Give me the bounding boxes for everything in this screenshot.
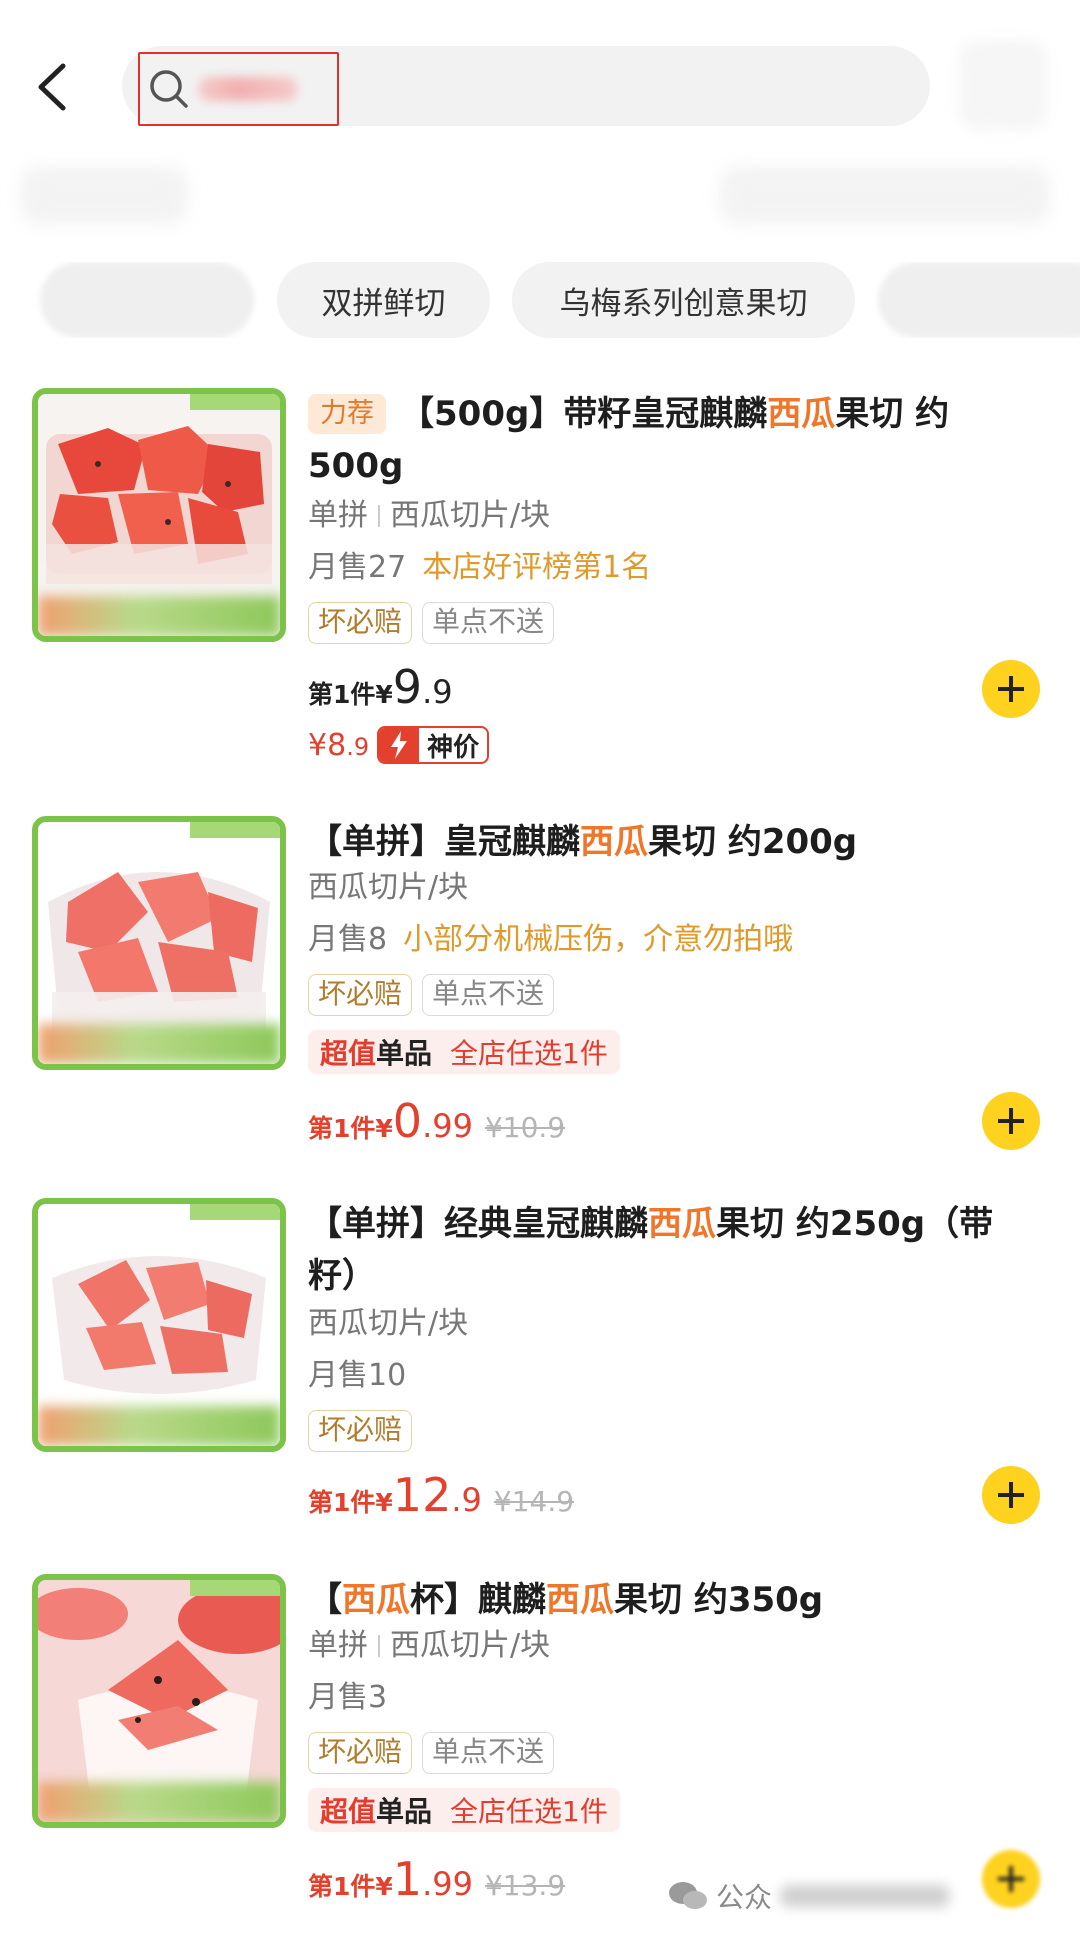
add-to-cart-button[interactable]	[982, 1092, 1040, 1150]
product-sales: 月售8 小部分机械压伤，介意勿拍哦	[308, 922, 794, 957]
product-note: 本店好评榜第1名	[422, 550, 652, 585]
wechat-icon	[669, 1882, 707, 1909]
product-sales: 月售10	[308, 1358, 407, 1393]
product-sales: 月售27 本店好评榜第1名	[308, 550, 652, 585]
badge-no-single: 单点不送	[422, 974, 555, 1016]
header-action-redacted[interactable]	[958, 40, 1048, 130]
product-title[interactable]: 【西瓜杯】麒麟西瓜果切 约350g	[308, 1574, 1028, 1626]
product-image[interactable]	[32, 388, 286, 642]
search-icon	[150, 70, 188, 108]
badge-no-single: 单点不送	[422, 1732, 555, 1774]
add-to-cart-button[interactable]	[982, 1466, 1040, 1524]
chevron-left-icon	[38, 63, 66, 111]
product-price: 第1件¥ 9.9	[308, 660, 453, 714]
category-chip[interactable]: 乌梅系列创意果切	[512, 262, 855, 338]
product-sales: 月售3	[308, 1680, 388, 1715]
search-query-highlight[interactable]	[138, 52, 339, 126]
product-title[interactable]: 【单拼】经典皇冠麒麟西瓜果切 约250g（带籽）	[308, 1198, 1028, 1302]
plus-icon	[998, 1108, 1024, 1134]
product-image[interactable]	[32, 1198, 286, 1452]
product-spec: 西瓜切片/块	[308, 870, 469, 905]
thumb-label-redacted	[38, 1024, 280, 1064]
divider	[378, 1635, 380, 1657]
thumb-label-decoration	[190, 1580, 280, 1596]
original-price: ¥13.9	[484, 1869, 566, 1902]
product-price: 第1件¥ 0.99 ¥10.9	[308, 1094, 566, 1148]
thumb-label-decoration	[190, 394, 280, 410]
category-chip-redacted[interactable]	[40, 262, 254, 338]
search-query-redacted	[198, 77, 298, 101]
original-price: ¥14.9	[493, 1485, 575, 1518]
thumb-label-decoration	[190, 1204, 280, 1220]
thumb-label-decoration	[190, 822, 280, 838]
product-image[interactable]	[32, 816, 286, 1070]
category-chip[interactable]: 双拼鲜切	[277, 262, 490, 338]
watermark: 公众	[668, 1876, 951, 1916]
add-to-cart-button[interactable]	[982, 1850, 1040, 1908]
deal-tag: 神价	[377, 726, 490, 764]
service-badges: 坏必赔 单点不送	[308, 602, 555, 644]
product-price: 第1件¥ 12.9 ¥14.9	[308, 1468, 575, 1522]
promo-tag: 超值 单品 全店任选1件	[308, 1030, 620, 1074]
thumb-label-redacted	[38, 1406, 280, 1446]
service-badges: 坏必赔 单点不送	[308, 974, 555, 1016]
product-title[interactable]: 【单拼】皇冠麒麟西瓜果切 约200g	[308, 816, 1028, 868]
plus-icon	[998, 1866, 1024, 1892]
product-spec: 单拼 西瓜切片/块	[308, 1628, 551, 1663]
service-badges: 坏必赔 单点不送	[308, 1732, 555, 1774]
plus-icon	[998, 676, 1024, 702]
product-image[interactable]	[32, 1574, 286, 1828]
original-price: ¥10.9	[484, 1111, 566, 1144]
product-spec: 西瓜切片/块	[308, 1306, 469, 1341]
badge-compensation: 坏必赔	[308, 602, 413, 644]
store-actions-redacted	[720, 166, 1050, 224]
product-note: 小部分机械压伤，介意勿拍哦	[403, 922, 794, 957]
badge-compensation: 坏必赔	[308, 974, 413, 1016]
promo-tag: 超值 单品 全店任选1件	[308, 1788, 620, 1832]
category-chip-row: 双拼鲜切 乌梅系列创意果切	[0, 262, 1080, 338]
product-title[interactable]: 力荐 【500g】带籽皇冠麒麟西瓜果切 约500g	[308, 388, 1028, 492]
store-info-redacted	[20, 166, 188, 224]
thumb-label-redacted	[38, 1782, 280, 1822]
watermark-redacted	[780, 1885, 951, 1907]
recommend-tag: 力荐	[308, 394, 386, 434]
badge-compensation: 坏必赔	[308, 1732, 413, 1774]
product-price: 第1件¥ 1.99 ¥13.9	[308, 1852, 566, 1906]
divider	[378, 505, 380, 527]
badge-no-single: 单点不送	[422, 602, 555, 644]
service-badges: 坏必赔	[308, 1410, 413, 1452]
back-button[interactable]	[22, 52, 82, 122]
deal-price: ¥8.9 神价	[308, 726, 490, 764]
category-chip-redacted[interactable]	[878, 262, 1080, 338]
product-spec: 单拼 西瓜切片/块	[308, 498, 551, 533]
thumb-label-redacted	[38, 596, 280, 636]
top-bar	[0, 0, 1080, 160]
plus-icon	[998, 1482, 1024, 1508]
search-bar[interactable]	[122, 46, 930, 126]
badge-compensation: 坏必赔	[308, 1410, 413, 1452]
lightning-icon	[379, 728, 420, 762]
add-to-cart-button[interactable]	[982, 660, 1040, 718]
